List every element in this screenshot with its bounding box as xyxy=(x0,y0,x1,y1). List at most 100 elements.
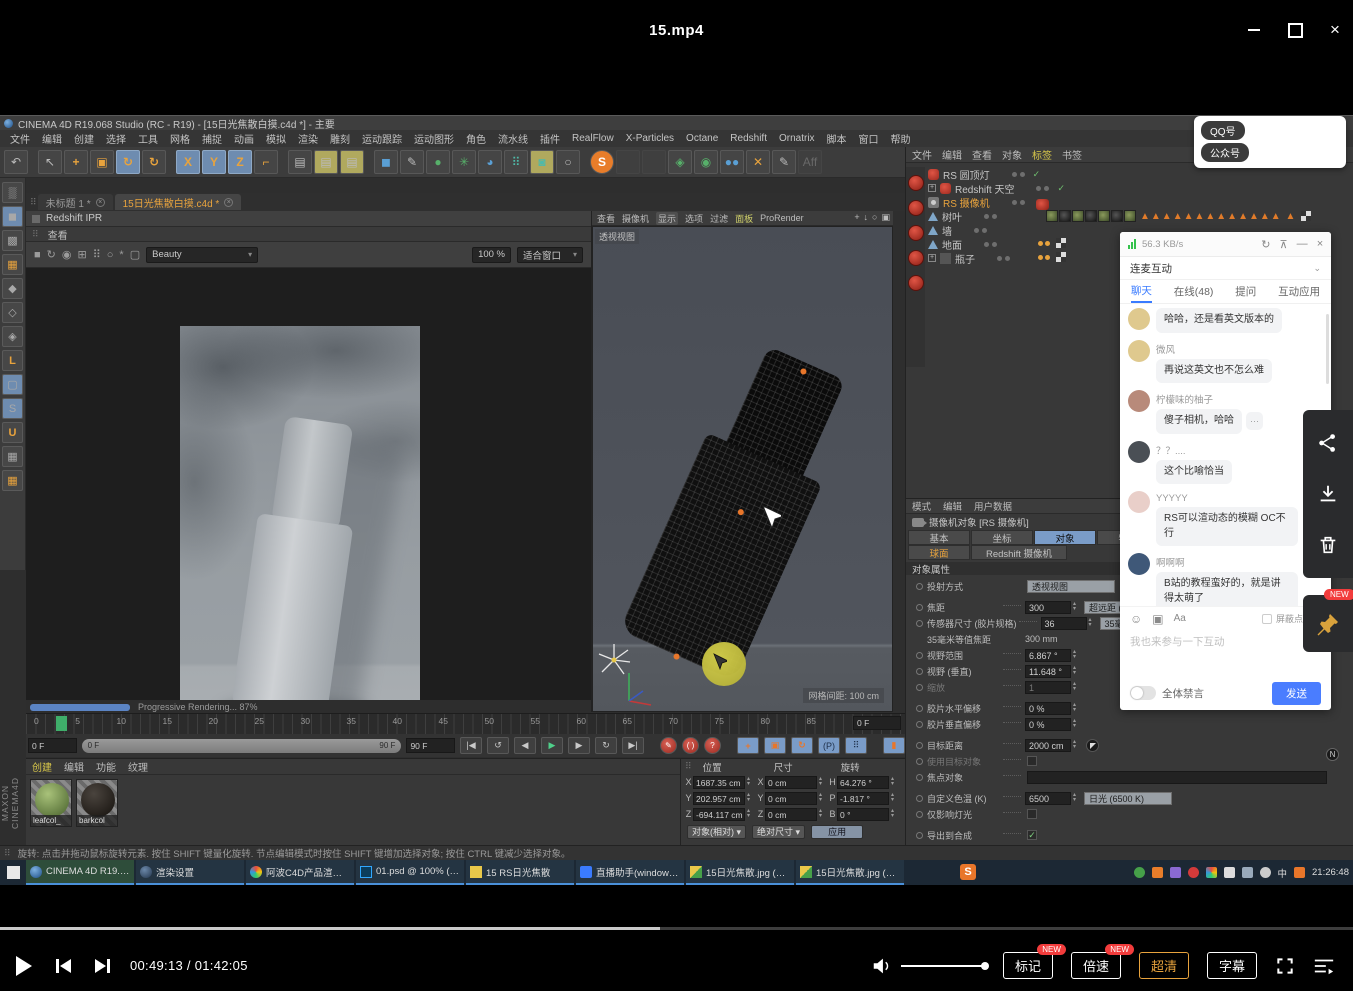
download-icon[interactable] xyxy=(1317,483,1339,505)
add-deformer-icon[interactable]: ✳ xyxy=(452,150,476,174)
object-name[interactable]: RS 摄像机 xyxy=(943,195,990,210)
spheres-tool-icon[interactable]: ●● xyxy=(720,150,744,174)
tray-app-icon[interactable] xyxy=(1188,867,1199,878)
minimize-chat-icon[interactable]: — xyxy=(1297,238,1308,250)
mark-button[interactable]: 标记NEW xyxy=(1003,952,1053,979)
tray-app-icon[interactable] xyxy=(1152,867,1163,878)
ghost-tool-icon[interactable] xyxy=(616,150,640,174)
send-button[interactable]: 发送 xyxy=(1272,682,1321,705)
tray-app-icon[interactable] xyxy=(1294,867,1305,878)
anim-dot-icon[interactable] xyxy=(916,652,923,659)
material-barkcol[interactable]: barkcol xyxy=(76,779,118,827)
speed-button[interactable]: 倍速NEW xyxy=(1071,952,1121,979)
enabled-check-icon[interactable]: ✓ xyxy=(1057,183,1065,194)
undo-icon[interactable]: ↶ xyxy=(4,150,28,174)
range-start-field[interactable]: 0 F xyxy=(28,738,77,753)
share-icon[interactable] xyxy=(1317,432,1339,454)
value-stepper[interactable]: ▴▾ xyxy=(891,809,898,819)
keyframe-presets-icon[interactable]: ▮ xyxy=(883,737,905,754)
value-stepper[interactable]: ▴▾ xyxy=(747,777,754,787)
key-scale-icon[interactable]: ▣ xyxy=(764,737,786,754)
menu-item[interactable]: RealFlow xyxy=(566,132,620,145)
zoom-level-input[interactable]: 100 % xyxy=(472,247,511,263)
record-keyframe-icon[interactable]: ✎ xyxy=(660,737,677,754)
mute-all-toggle[interactable] xyxy=(1130,686,1156,700)
tray-app-icon[interactable] xyxy=(1134,867,1145,878)
taskbar-item[interactable]: 01.psd @ 100% (Re... xyxy=(356,860,464,885)
object-name[interactable]: RS 圆顶灯 xyxy=(943,167,990,182)
value-stepper[interactable]: ▴▾ xyxy=(1073,682,1080,692)
tray-app-icon[interactable] xyxy=(1170,867,1181,878)
move-tool-icon[interactable]: + xyxy=(64,150,88,174)
attribute-preset-dropdown[interactable] xyxy=(1027,771,1327,784)
menu-item[interactable]: 角色 xyxy=(460,130,492,147)
menu-item[interactable]: 插件 xyxy=(534,130,566,147)
preview-range-slider[interactable]: 0 F 90 F xyxy=(82,739,402,753)
menu-item[interactable]: 模拟 xyxy=(260,130,292,147)
render-view-icon[interactable]: ▤ xyxy=(288,150,312,174)
chat-scrollbar[interactable] xyxy=(1326,314,1329,384)
split-tool-icon[interactable]: ✕ xyxy=(746,150,770,174)
attribute-value-input[interactable]: 6500 xyxy=(1025,792,1071,805)
visibility-dots[interactable] xyxy=(997,256,1010,261)
menu-item[interactable]: Octane xyxy=(680,132,724,145)
ipr-render-canvas[interactable] xyxy=(26,268,591,700)
quality-button[interactable]: 超清 xyxy=(1139,952,1189,979)
live-selection-icon[interactable]: ↖ xyxy=(38,150,62,174)
menu-item[interactable]: Redshift xyxy=(724,132,773,145)
chat-tab[interactable]: 聊天 xyxy=(1131,280,1152,303)
ghost-tool-icon[interactable]: Aff xyxy=(798,150,822,174)
menu-item[interactable]: 编辑 xyxy=(942,147,962,162)
anim-dot-icon[interactable] xyxy=(916,668,923,675)
rotation-input[interactable]: -1.817 ° xyxy=(837,792,889,805)
value-stepper[interactable]: ▴▾ xyxy=(1073,703,1080,713)
chat-tab[interactable]: 在线(48) xyxy=(1174,281,1214,302)
size-input[interactable]: 0 cm xyxy=(765,792,817,805)
visibility-dots[interactable] xyxy=(1012,172,1025,177)
menu-item[interactable]: 脚本 xyxy=(821,130,853,147)
substance-icon[interactable]: S xyxy=(590,150,614,174)
subtitle-button[interactable]: 字幕 xyxy=(1207,952,1257,979)
avatar[interactable] xyxy=(1128,491,1150,513)
value-stepper[interactable]: ▴▾ xyxy=(1073,602,1080,612)
size-input[interactable]: 0 cm xyxy=(765,776,817,789)
add-generator-icon[interactable]: ● xyxy=(426,150,450,174)
workplane-lock-icon[interactable]: ▦ xyxy=(2,446,23,467)
diamond-tool-icon[interactable]: ◈ xyxy=(668,150,692,174)
menu-item[interactable]: 运动图形 xyxy=(408,130,460,147)
menu-item[interactable]: 动画 xyxy=(228,130,260,147)
menu-item[interactable]: 书签 xyxy=(1062,147,1082,162)
menu-item[interactable]: 编辑 xyxy=(64,759,84,774)
lock-z-icon[interactable]: Z xyxy=(228,150,252,174)
key-rotation-icon[interactable]: ↻ xyxy=(791,737,813,754)
anim-dot-icon[interactable] xyxy=(916,705,923,712)
attribute-value-input[interactable]: 1 xyxy=(1025,681,1071,694)
tab-basic[interactable]: 基本 xyxy=(908,530,970,545)
tab-object[interactable]: 对象 xyxy=(1034,530,1096,545)
snapshot-icon[interactable]: ⊞ xyxy=(77,248,86,261)
play-icon[interactable]: ▶ xyxy=(541,737,563,754)
anim-dot-icon[interactable] xyxy=(916,583,923,590)
trash-icon[interactable] xyxy=(1317,534,1339,556)
key-pla-icon[interactable]: ⠿ xyxy=(845,737,867,754)
menu-item[interactable]: 流水线 xyxy=(492,130,534,147)
render-settings-icon[interactable]: ▤ xyxy=(340,150,364,174)
close-button[interactable]: × xyxy=(1325,20,1345,40)
network-icon[interactable] xyxy=(1242,867,1253,878)
taskbar-item[interactable]: 15日光焦散.jpg (16... xyxy=(686,860,794,885)
menu-item[interactable]: 标签 xyxy=(1032,147,1052,162)
object-name[interactable]: 地面 xyxy=(942,237,962,252)
avatar[interactable] xyxy=(1128,308,1150,330)
menu-item[interactable]: 选项 xyxy=(685,212,703,225)
lock-render-icon[interactable]: ◉ xyxy=(62,248,72,261)
grid-icon[interactable]: ⠿ xyxy=(93,248,101,261)
value-stepper[interactable]: ▴▾ xyxy=(747,793,754,803)
refresh-icon[interactable]: ↻ xyxy=(1261,238,1270,251)
chat-input[interactable]: 我也来参与一下互动 xyxy=(1120,630,1331,676)
close-tab-icon[interactable]: × xyxy=(224,198,233,207)
chat-tab[interactable]: 互动应用 xyxy=(1278,281,1320,302)
visibility-dots[interactable] xyxy=(984,242,997,247)
size-input[interactable]: 0 cm xyxy=(765,808,817,821)
texture-tag[interactable] xyxy=(1111,210,1123,222)
menu-item[interactable]: 文件 xyxy=(4,130,36,147)
